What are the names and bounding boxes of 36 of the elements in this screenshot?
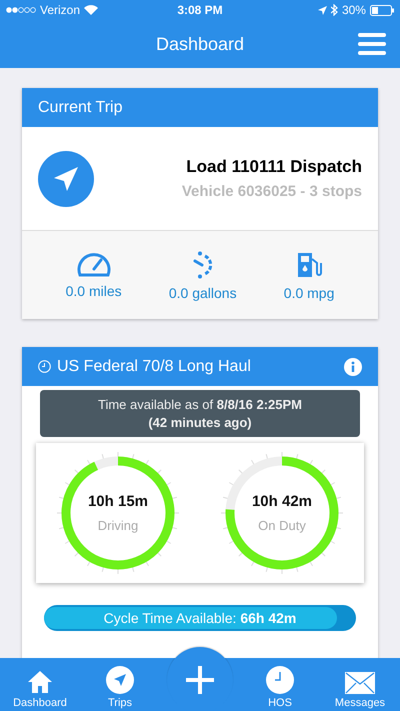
house-icon	[27, 670, 53, 694]
card-header: Current Trip	[22, 88, 378, 127]
vehicle-info: Vehicle 6036025 - 3 stops	[182, 183, 362, 200]
bluetooth-icon	[330, 4, 338, 16]
clock-icon	[266, 666, 294, 694]
clock-label: On Duty	[258, 518, 306, 533]
tab-button[interactable]: HOS	[240, 658, 320, 711]
clock-label: Driving	[98, 518, 138, 533]
tab-button[interactable]: Trips	[80, 658, 160, 711]
time-remaining: 10h 15m	[88, 493, 148, 510]
stat-value: 0.0 mpg	[284, 285, 334, 301]
clock-icon	[38, 360, 51, 373]
speedometer-icon	[76, 251, 111, 277]
tab-button[interactable]: Messages	[320, 658, 400, 711]
envelope-icon	[345, 672, 375, 694]
time-available-text: Time available as of 8/8/16 2:25PM	[96, 396, 304, 414]
page-title: Dashboard	[156, 34, 244, 54]
ruleset-title: US Federal 70/8 Long Haul	[57, 358, 251, 376]
cycle-time-text: Cycle Time Available: 66h 42m	[104, 610, 296, 626]
info-icon[interactable]	[344, 358, 362, 376]
stat-value: 0.0 gallons	[168, 285, 237, 301]
time-ago: (42 minutes ago)	[147, 414, 253, 432]
battery-icon	[370, 4, 394, 16]
tab-button[interactable]: Dashboard	[0, 658, 80, 711]
battery-percent: 30%	[342, 3, 366, 17]
load-title: Load 110111 Dispatch	[185, 157, 362, 177]
signal-icon	[6, 7, 36, 13]
fuel-pump-icon	[295, 251, 324, 279]
menu-button[interactable]	[358, 32, 386, 56]
stat-value: 0.0 miles	[66, 283, 122, 299]
plus-icon	[185, 665, 215, 695]
carrier: Verizon	[40, 3, 80, 17]
time-remaining: 10h 42m	[252, 493, 312, 510]
wifi-icon	[84, 5, 98, 15]
location-arrow-icon	[318, 6, 327, 14]
clock-time: 3:08 PM	[177, 3, 223, 17]
